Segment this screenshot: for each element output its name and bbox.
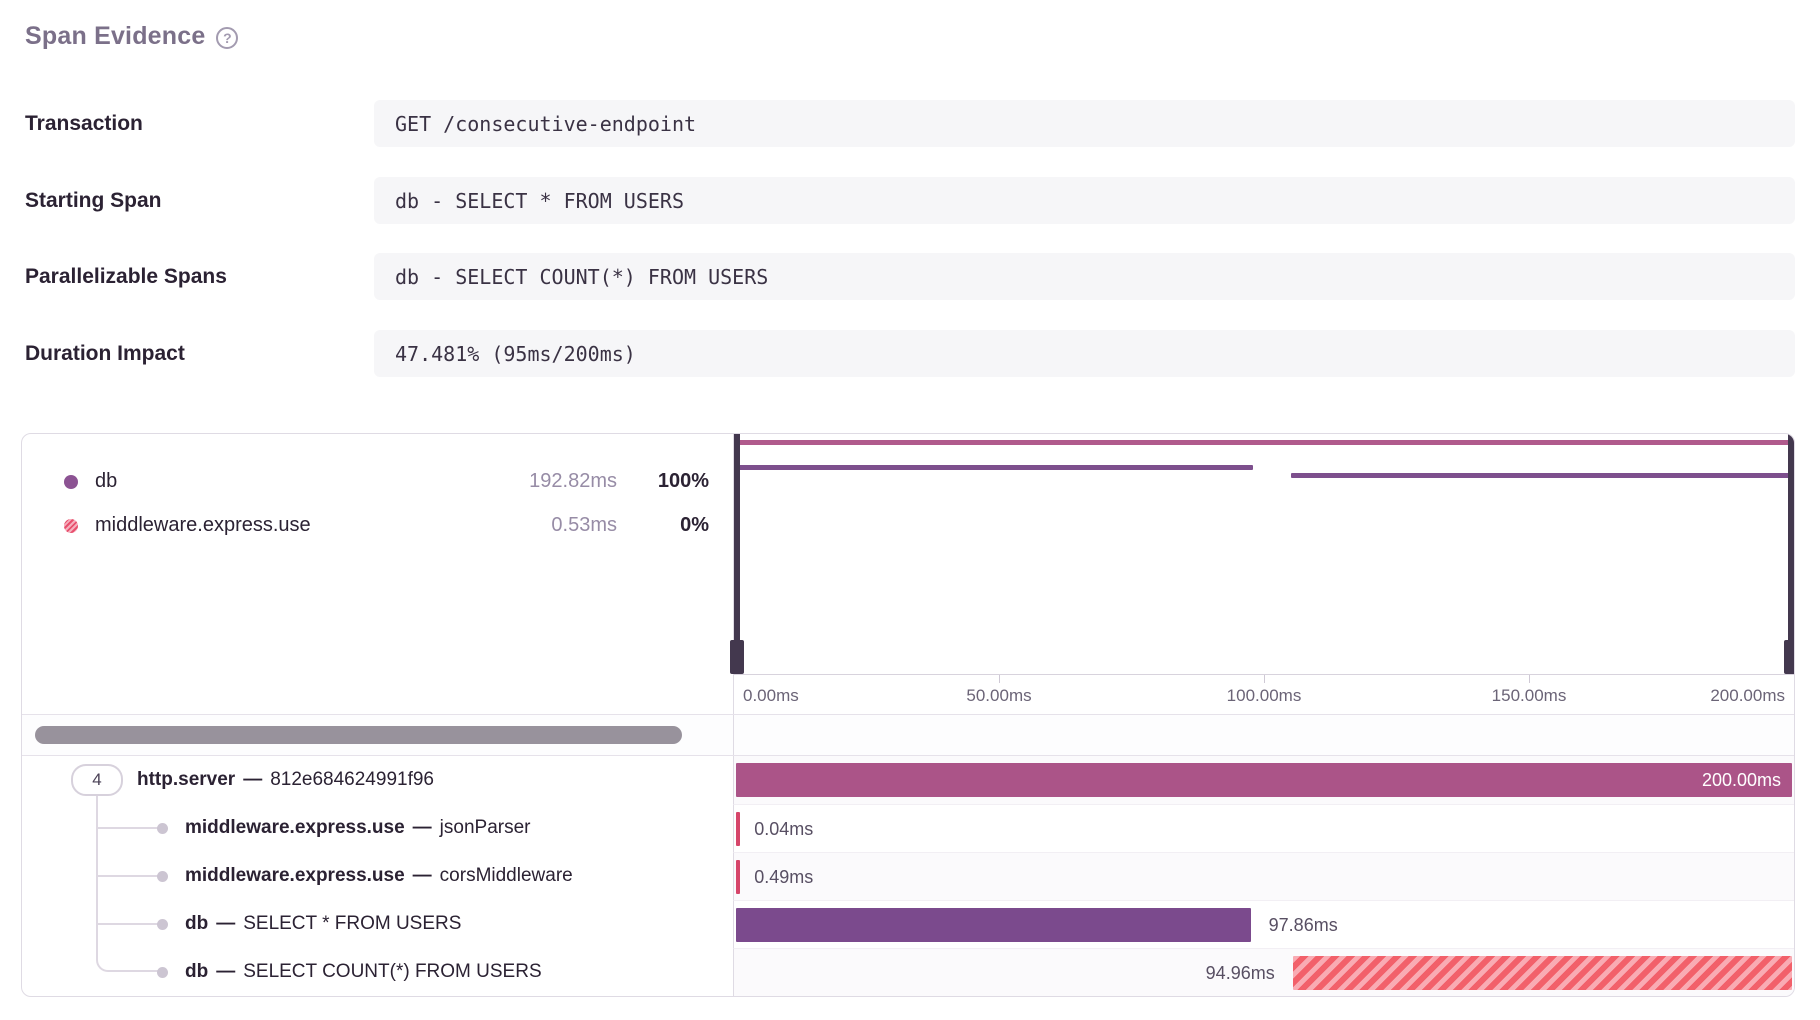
field-row-starting-span: Starting Span db - SELECT * FROM USERS [0, 177, 1820, 224]
span-op: middleware.express.use [185, 817, 405, 839]
tree-node-dot [157, 967, 168, 978]
span-waterfall-panel: db 192.82ms 100% middleware.express.use … [21, 433, 1795, 997]
field-label: Transaction [25, 100, 143, 147]
axis-label: 0.00ms [743, 686, 799, 706]
span-op: db [185, 961, 208, 983]
minimap-span-http-server [734, 440, 1794, 445]
field-row-transaction: Transaction GET /consecutive-endpoint [0, 100, 1820, 147]
span-description: 812e684624991f96 [270, 769, 434, 791]
field-value: db - SELECT * FROM USERS [374, 177, 1795, 224]
span-bar-corsmiddleware [736, 860, 740, 894]
span-row-http-server[interactable]: 4 http.server — 812e684624991f96 200.00m… [22, 756, 1794, 804]
span-row-db-count[interactable]: db — SELECT COUNT(*) FROM USERS 94.96ms [22, 948, 1794, 996]
legend-duration: 0.53ms [489, 514, 617, 537]
field-label: Duration Impact [25, 330, 185, 377]
span-duration-label: 0.49ms [754, 853, 813, 901]
tree-scroll-row [22, 714, 1794, 756]
minimap-span-db-select [734, 465, 1253, 470]
collapse-count-badge[interactable]: 4 [71, 764, 123, 796]
field-value: 47.481% (95ms/200ms) [374, 330, 1795, 377]
span-bar-http-server: 200.00ms [736, 763, 1792, 797]
axis-label: 200.00ms [1710, 686, 1785, 706]
time-axis: 0.00ms 50.00ms 100.00ms 150.00ms 200.00m… [734, 674, 1794, 714]
span-description: corsMiddleware [440, 865, 573, 887]
legend-percent: 0% [631, 514, 709, 537]
span-row-db-select[interactable]: db — SELECT * FROM USERS 97.86ms [22, 900, 1794, 948]
scroll-row-right [733, 715, 1794, 755]
axis-label: 50.00ms [966, 686, 1031, 706]
axis-tick [1264, 675, 1265, 683]
span-duration-label: 200.00ms [1702, 770, 1792, 791]
field-value: db - SELECT COUNT(*) FROM USERS [374, 253, 1795, 300]
page-header: Span Evidence ? [25, 22, 238, 51]
field-row-duration-impact: Duration Impact 47.481% (95ms/200ms) [0, 330, 1820, 377]
span-duration-label: 97.86ms [1269, 901, 1338, 949]
axis-label: 100.00ms [1227, 686, 1302, 706]
span-description: jsonParser [440, 817, 531, 839]
tree-node-dot [157, 871, 168, 882]
axis-label: 150.00ms [1492, 686, 1567, 706]
span-op: middleware.express.use [185, 865, 405, 887]
field-row-parallelizable-spans: Parallelizable Spans db - SELECT COUNT(*… [0, 253, 1820, 300]
page-title: Span Evidence [25, 22, 205, 51]
span-op: db [185, 913, 208, 935]
tree-node-dot [157, 823, 168, 834]
trace-minimap: 0.00ms 50.00ms 100.00ms 150.00ms 200.00m… [733, 434, 1794, 714]
span-description: SELECT * FROM USERS [243, 913, 461, 935]
legend-swatch-db [64, 475, 78, 489]
question-mark-icon[interactable]: ? [216, 27, 238, 49]
span-description: SELECT COUNT(*) FROM USERS [243, 961, 541, 983]
span-row-corsmiddleware[interactable]: middleware.express.use — corsMiddleware … [22, 852, 1794, 900]
span-bar-jsonparser [736, 812, 740, 846]
legend-swatch-middleware [64, 519, 78, 533]
minimap-chart[interactable] [734, 434, 1794, 674]
legend-item-db[interactable]: db [95, 470, 475, 493]
axis-tick [999, 675, 1000, 683]
field-label: Parallelizable Spans [25, 253, 227, 300]
minimap-left-handle[interactable] [734, 434, 740, 674]
tree-node-dot [157, 919, 168, 930]
span-legend: db 192.82ms 100% middleware.express.use … [22, 434, 733, 714]
legend-percent: 100% [631, 470, 709, 493]
horizontal-scrollbar[interactable] [35, 726, 682, 744]
span-duration-label: 0.04ms [754, 805, 813, 853]
minimap-right-handle[interactable] [1788, 434, 1794, 674]
field-value: GET /consecutive-endpoint [374, 100, 1795, 147]
span-duration-label: 94.96ms [1206, 949, 1275, 997]
axis-tick [1529, 675, 1530, 683]
span-tree: 4 http.server — 812e684624991f96 200.00m… [22, 756, 1794, 996]
span-bar-db-count [1293, 956, 1792, 990]
minimap-span-db-count [1291, 473, 1794, 478]
span-row-jsonparser[interactable]: middleware.express.use — jsonParser 0.04… [22, 804, 1794, 852]
field-label: Starting Span [25, 177, 162, 224]
legend-duration: 192.82ms [489, 470, 617, 493]
span-op: http.server [137, 769, 235, 791]
span-bar-db-select [736, 908, 1251, 942]
span-evidence-page: Span Evidence ? Transaction GET /consecu… [0, 0, 1820, 1020]
legend-item-middleware[interactable]: middleware.express.use [95, 514, 475, 537]
